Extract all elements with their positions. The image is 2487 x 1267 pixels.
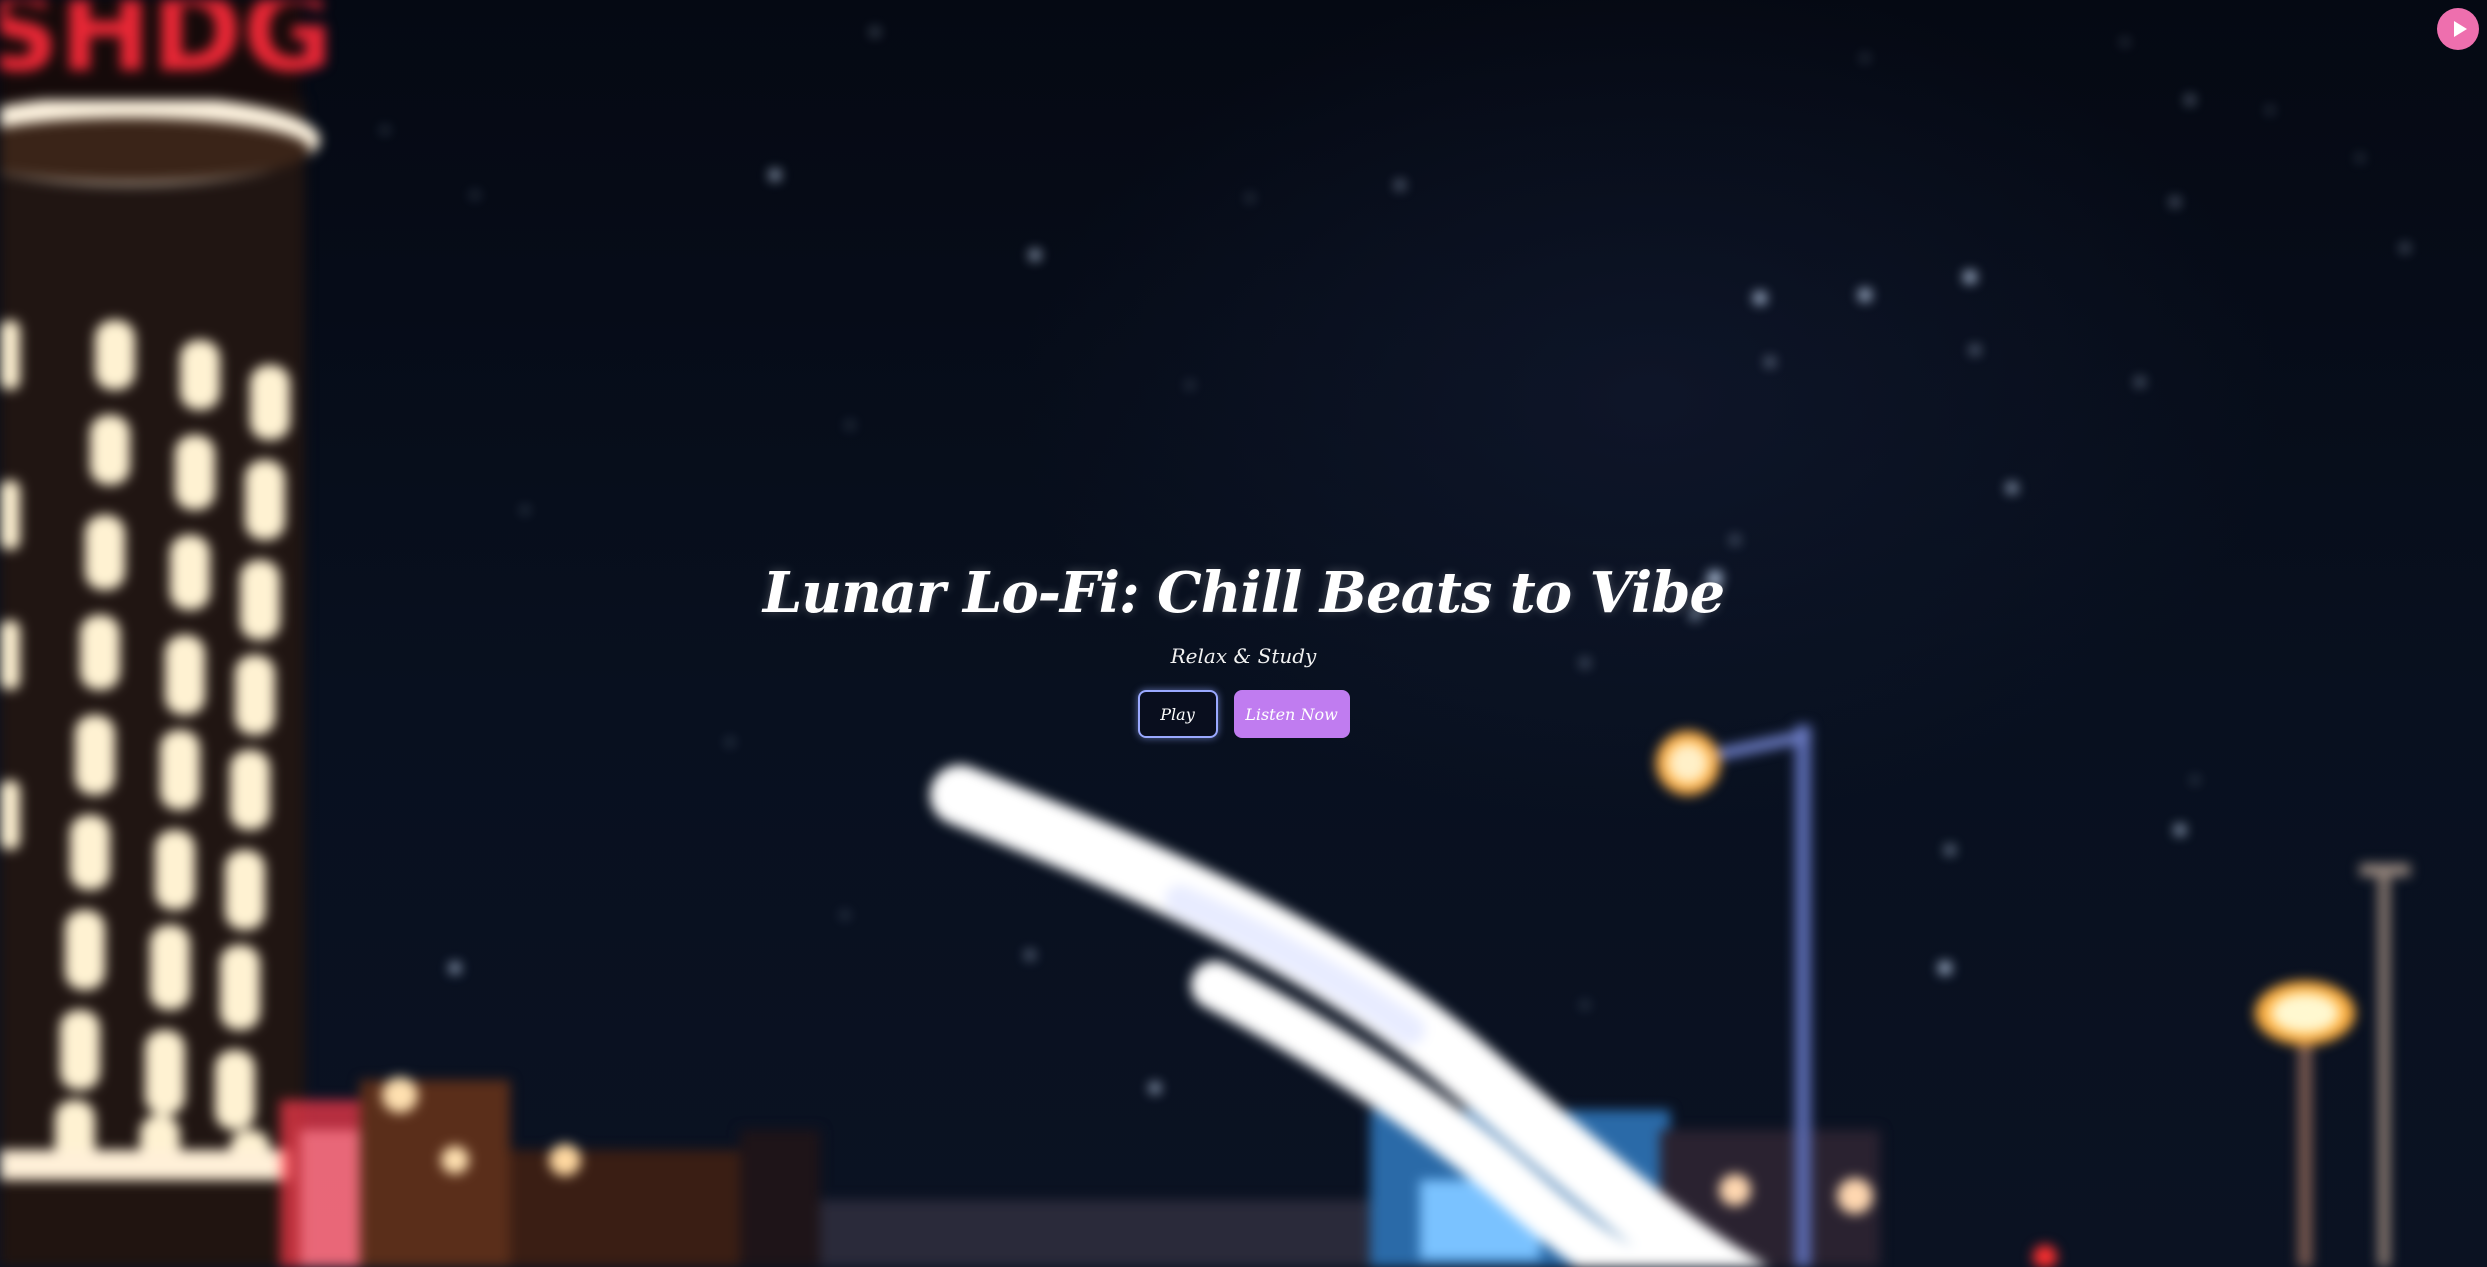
- hero-actions: Play Listen Now: [0, 690, 2487, 738]
- play-icon: [2453, 21, 2467, 37]
- hero-subtitle: Relax & Study: [1170, 644, 1317, 668]
- svg-text:SHDG: SHDG: [0, 0, 333, 96]
- listen-now-button[interactable]: Listen Now: [1233, 690, 1350, 738]
- hero-title: Lunar Lo-Fi: Chill Beats to Vibe: [762, 560, 1725, 626]
- floating-play-button[interactable]: [2437, 8, 2479, 50]
- play-button[interactable]: Play: [1137, 690, 1218, 738]
- hero-section: Lunar Lo-Fi: Chill Beats to Vibe Relax &…: [0, 560, 2487, 738]
- page: SHDG Lunar Lo-Fi: Chill Beats to Vibe Re…: [0, 0, 2487, 1267]
